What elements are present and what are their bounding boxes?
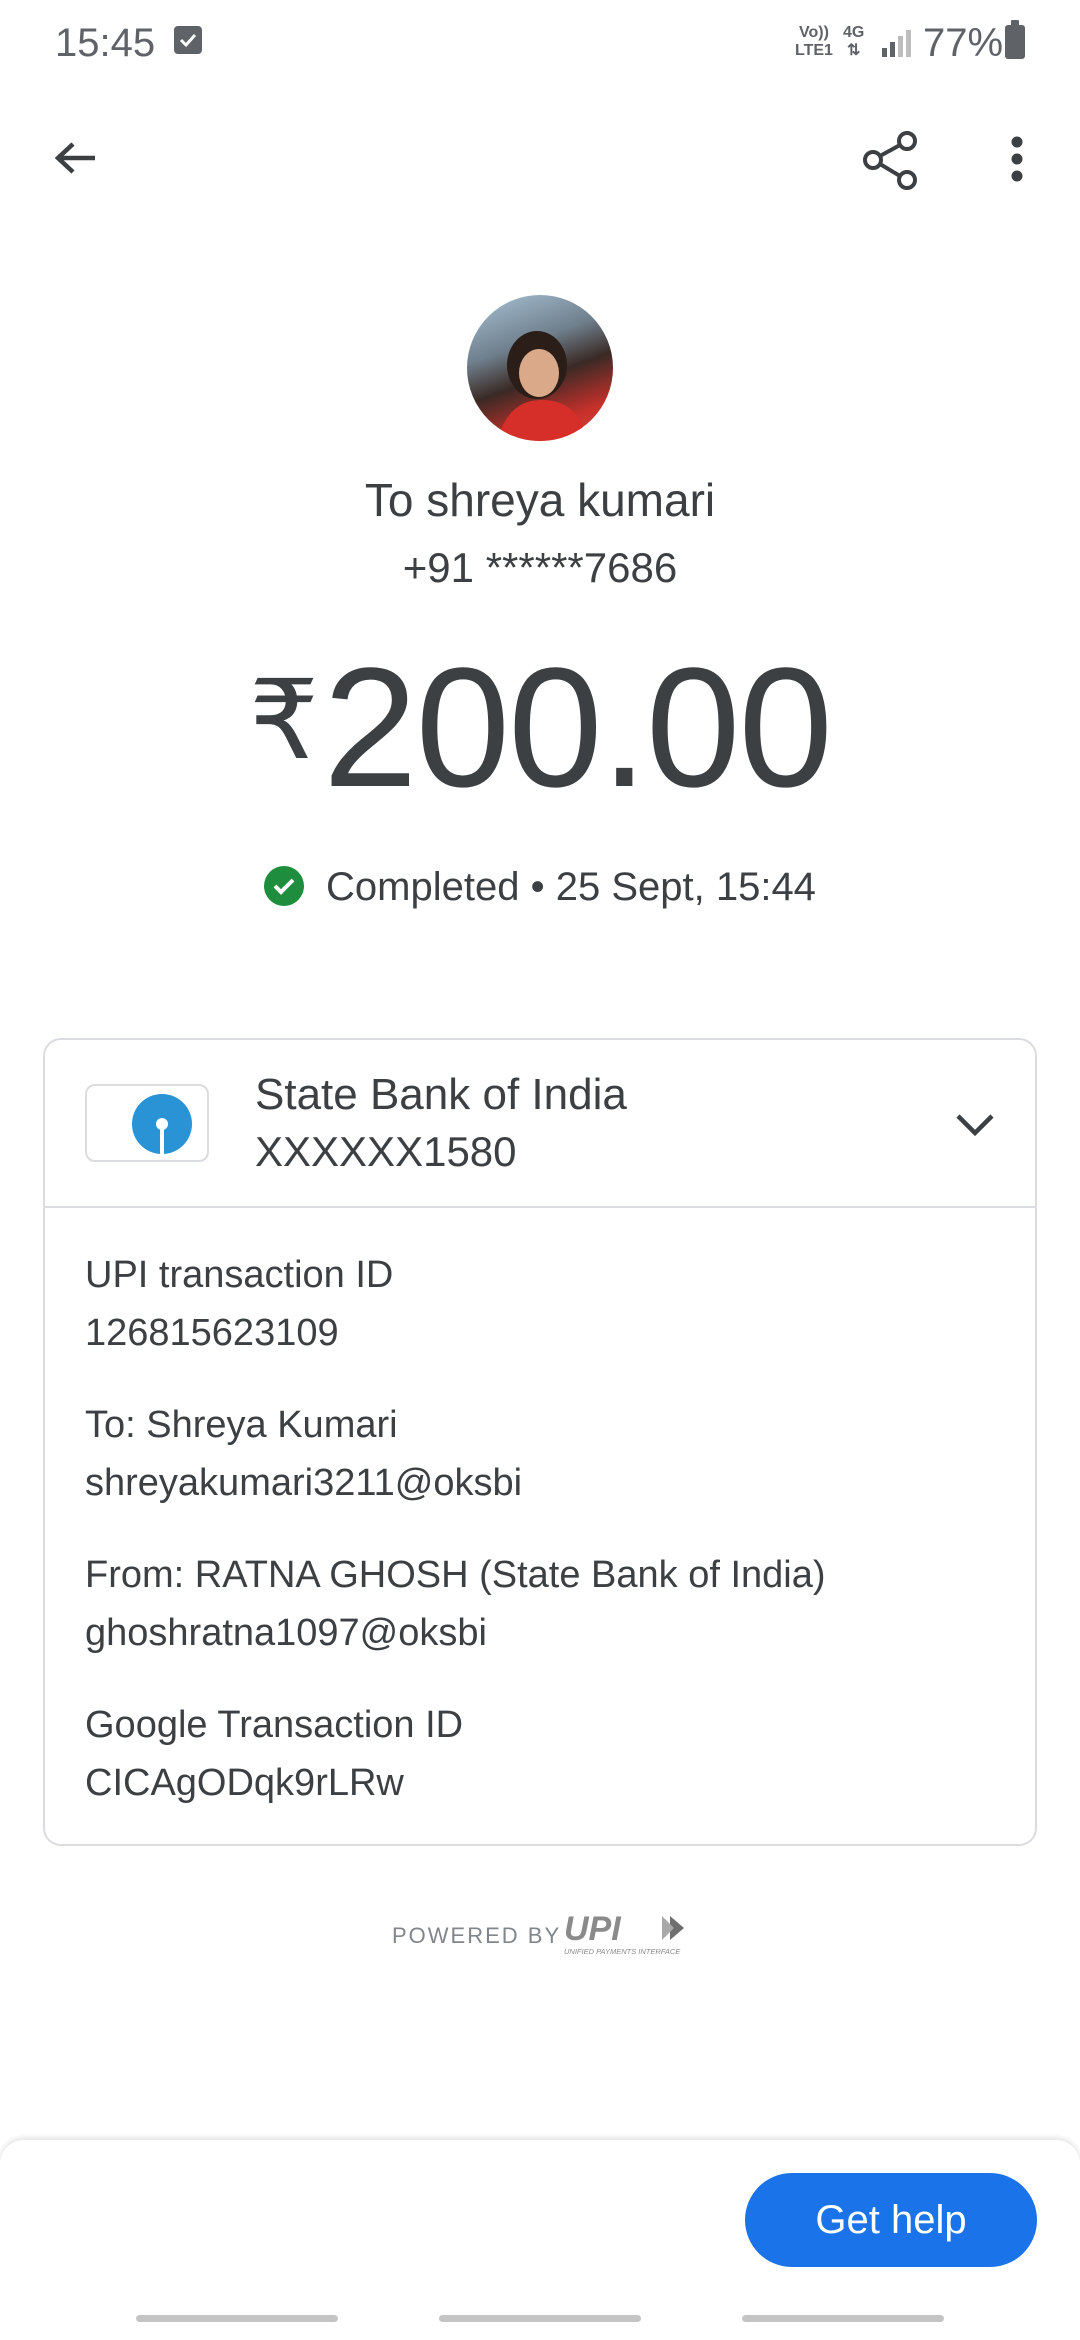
sbi-logo (85, 1084, 209, 1162)
bank-name: State Bank of India (255, 1070, 627, 1119)
back-button[interactable] (40, 125, 110, 195)
detail-value[interactable]: ghoshratna1097@oksbi (85, 1607, 487, 1659)
nav-home-button[interactable] (439, 2315, 641, 2322)
detail-label: From: RATNA GHOSH (State Bank of India) (85, 1554, 826, 1596)
detail-value[interactable]: 126815623109 (85, 1307, 339, 1359)
detail-label: UPI transaction ID (85, 1254, 394, 1296)
bank-account-row[interactable]: State Bank of India XXXXXX1580 (45, 1040, 1035, 1208)
detail-label: To: Shreya Kumari (85, 1404, 398, 1446)
payment-status: Completed • 25 Sept, 15:44 (0, 860, 1080, 914)
volte-text: Vo)) (799, 24, 829, 41)
currency-symbol: ₹ (249, 659, 320, 782)
arrow-back-icon (54, 142, 95, 174)
volte-indicator: Vo)) LTE1 (795, 24, 833, 60)
data-type-text: 4G (843, 24, 865, 41)
status-time: 15:45 (55, 21, 156, 65)
detail-label: Google Transaction ID (85, 1704, 464, 1746)
upi-logo-subtext: UNIFIED PAYMENTS INTERFACE (564, 1947, 681, 1956)
detail-value[interactable]: shreyakumari3211@oksbi (85, 1457, 522, 1509)
transaction-details-card: State Bank of India XXXXXX1580 UPI trans… (43, 1038, 1037, 1846)
nav-recents-button[interactable] (136, 2315, 338, 2322)
recipient-phone: +91 ******7686 (402, 544, 678, 591)
nav-back-button[interactable] (742, 2315, 944, 2322)
recipient-avatar (467, 295, 613, 441)
powered-by-label: POWERED BY (392, 1923, 562, 1948)
battery-percentage: 77% (923, 21, 1004, 65)
check-circle-icon (264, 866, 305, 906)
get-help-button[interactable]: Get help (745, 2173, 1037, 2267)
status-text: Completed • 25 Sept, 15:44 (326, 865, 816, 909)
battery-icon (1005, 20, 1025, 59)
data-arrows-icon: ⇅ (846, 42, 861, 59)
share-icon (863, 131, 917, 190)
detail-value[interactable]: CICAgODqk9rLRw (85, 1757, 404, 1809)
more-vert-icon (1011, 136, 1023, 182)
more-options-button[interactable] (985, 125, 1035, 195)
upi-logo: UPI UNIFIED PAYMENTS INTERFACE (562, 1910, 692, 1960)
signal-strength-icon (880, 28, 914, 63)
data-type-indicator: 4G ⇅ (843, 24, 864, 60)
payment-amount: ₹200.00 (0, 630, 1080, 826)
bank-account-number: XXXXXX1580 (255, 1128, 517, 1175)
chevron-down-icon[interactable] (940, 1090, 1010, 1160)
amount-value: 200.00 (323, 633, 833, 823)
recipient-name: To shreya kumari (364, 474, 716, 526)
share-button[interactable] (855, 125, 925, 195)
lte-text: LTE1 (795, 42, 833, 59)
upi-logo-text: UPI (564, 1910, 622, 1948)
checkbox-notification-icon (174, 26, 202, 54)
